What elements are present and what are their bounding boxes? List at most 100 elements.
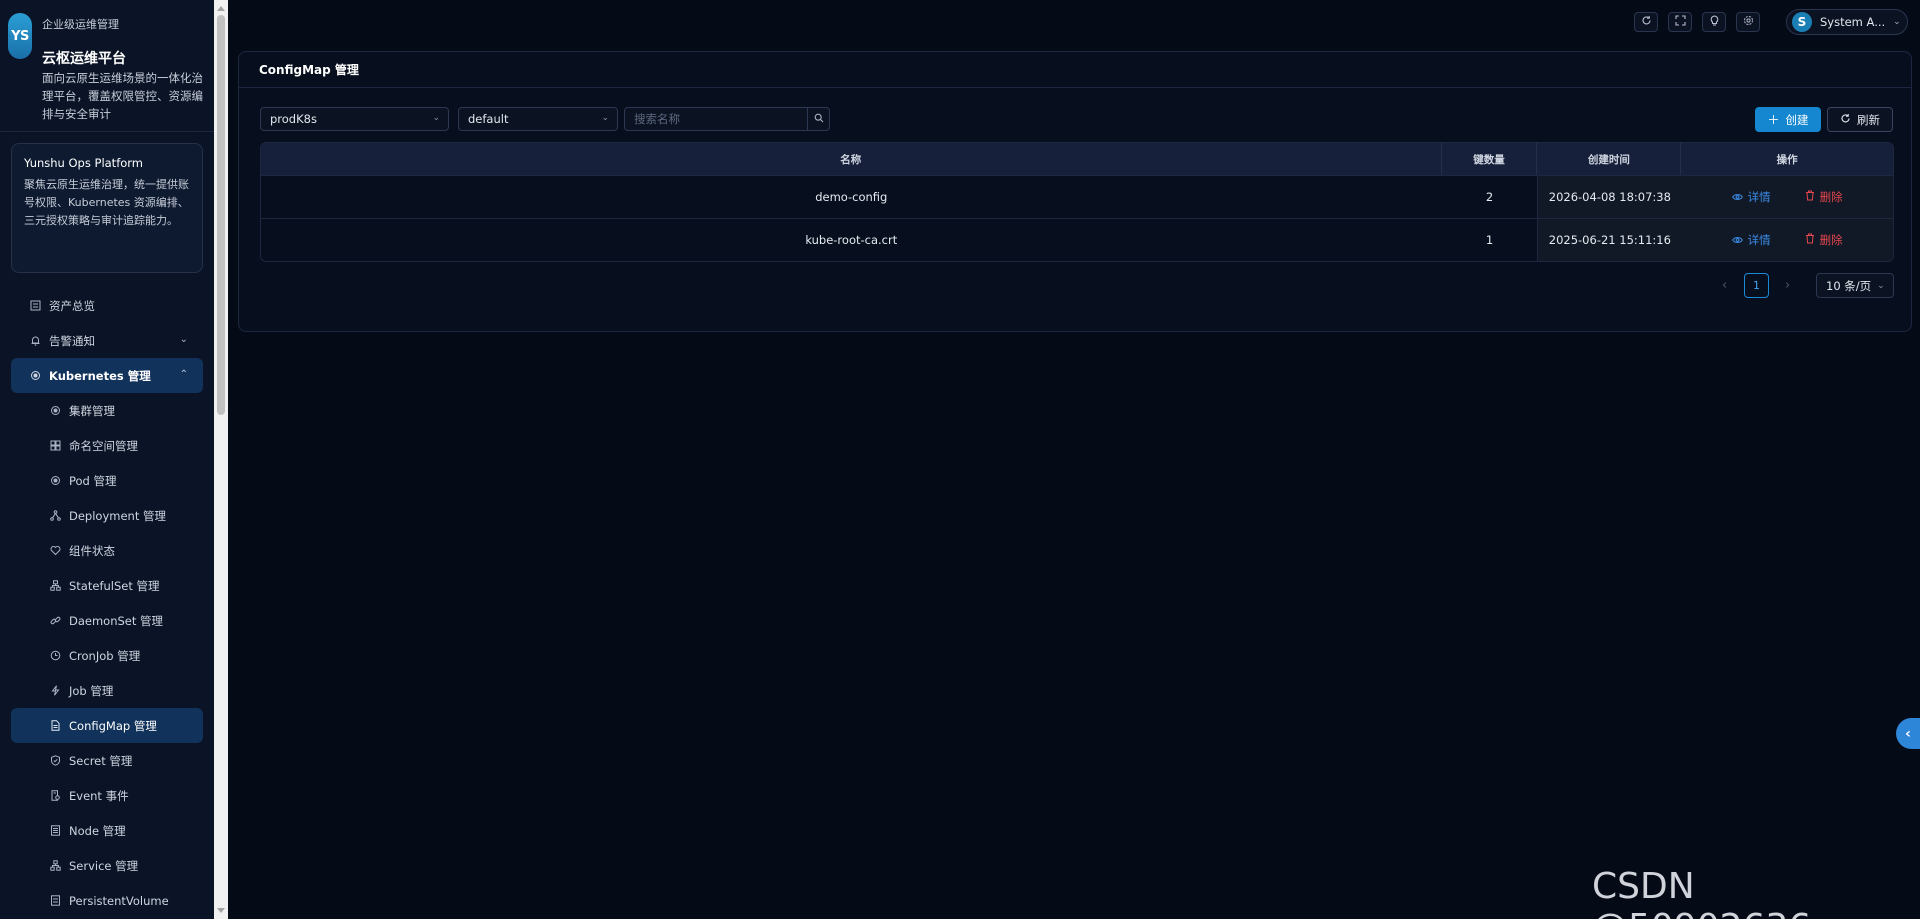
deploy-icon	[49, 510, 61, 522]
sidebar-item-label: PersistentVolume	[69, 893, 169, 908]
hierarchy-icon	[49, 580, 61, 592]
lightning-icon	[49, 685, 61, 697]
sidebar-nav: 资产总览 告警通知 ⌄ Kubernetes 管理 ⌃ 集群管理 命名空间管理 …	[0, 288, 214, 918]
sidebar-item-alerts[interactable]: 告警通知 ⌄	[0, 323, 214, 358]
sidebar-item-label: 命名空间管理	[69, 438, 138, 453]
brand-logo: YS	[8, 13, 32, 59]
create-button-label: 创建	[1785, 112, 1809, 127]
sidebar-item-label: CronJob 管理	[69, 648, 141, 663]
detail-link[interactable]: 详情	[1731, 189, 1771, 205]
bell-icon	[29, 335, 41, 347]
shield-icon	[49, 755, 61, 767]
sidebar-item-label: Kubernetes 管理	[49, 368, 151, 383]
reload-button[interactable]	[1634, 12, 1658, 32]
next-page-button[interactable]: ›	[1785, 278, 1790, 293]
user-menu[interactable]: S System A... ⌄	[1786, 9, 1908, 35]
cluster-select[interactable]: prodK8s ⌄	[260, 107, 449, 131]
intro-text: 聚焦云原生运维治理，统一提供账号权限、Kubernetes 资源编排、三元授权策…	[24, 178, 189, 227]
chevron-left-icon: ‹	[1905, 725, 1911, 742]
search-box	[624, 107, 830, 131]
sidebar-item-component[interactable]: 组件状态	[0, 533, 214, 568]
search-icon	[814, 113, 824, 126]
sidebar-item-label: Pod 管理	[69, 473, 117, 488]
refresh-icon	[1840, 113, 1851, 127]
sidebar-item-service[interactable]: Service 管理	[0, 848, 214, 883]
tips-button[interactable]	[1702, 12, 1726, 32]
sidebar-item-statefulset[interactable]: StatefulSet 管理	[0, 568, 214, 603]
scrollbar-thumb[interactable]	[217, 15, 225, 415]
eye-icon	[1731, 191, 1743, 204]
refresh-icon	[1641, 15, 1652, 29]
sidebar-item-secret[interactable]: Secret 管理	[0, 743, 214, 778]
sidebar-item-namespace[interactable]: 命名空间管理	[0, 428, 214, 463]
refresh-button-label: 刷新	[1857, 112, 1880, 127]
sidebar-item-deployment[interactable]: Deployment 管理	[0, 498, 214, 533]
sidebar-item-daemonset[interactable]: DaemonSet 管理	[0, 603, 214, 638]
page-size-value: 10 条/页	[1826, 278, 1872, 293]
search-button[interactable]	[807, 108, 829, 130]
page-number-current[interactable]: 1	[1744, 273, 1769, 298]
sidebar-item-cronjob[interactable]: CronJob 管理	[0, 638, 214, 673]
drawer-toggle-button[interactable]: ‹	[1896, 718, 1920, 749]
fullscreen-button[interactable]	[1668, 12, 1692, 32]
detail-link-label: 详情	[1747, 233, 1771, 247]
page-size-select[interactable]: 10 条/页 ⌄	[1816, 273, 1894, 298]
user-name: System A...	[1820, 15, 1886, 29]
cell-created: 2026-04-08 18:07:38	[1537, 176, 1682, 218]
delete-link-label: 删除	[1819, 190, 1843, 204]
eye-icon	[1731, 234, 1743, 247]
refresh-button[interactable]: 刷新	[1827, 107, 1893, 132]
plus-icon: ＋	[1767, 113, 1780, 127]
panel-header: ConfigMap 管理	[239, 52, 1911, 88]
table-row: demo-config 2 2026-04-08 18:07:38 详情 删除	[261, 175, 1893, 218]
namespace-select[interactable]: default ⌄	[458, 107, 618, 131]
sidebar-item-cluster[interactable]: 集群管理	[0, 393, 214, 428]
sidebar-item-event[interactable]: Event 事件	[0, 778, 214, 813]
sidebar-item-label: Job 管理	[69, 683, 114, 698]
page-title: ConfigMap 管理	[259, 63, 359, 77]
sidebar-item-kubernetes[interactable]: Kubernetes 管理 ⌃	[11, 358, 203, 393]
scroll-up-icon[interactable]	[217, 6, 225, 11]
detail-link[interactable]: 详情	[1731, 232, 1771, 248]
intro-title: Yunshu Ops Platform	[24, 156, 144, 170]
table-header: 名称 键数量 创建时间 操作	[261, 143, 1893, 175]
chevron-down-icon: ⌄	[601, 113, 609, 123]
chevron-down-icon: ⌄	[432, 113, 440, 123]
sidebar-item-label: ConfigMap 管理	[69, 718, 157, 733]
column-header-keys[interactable]: 键数量	[1442, 143, 1538, 175]
server-icon	[49, 825, 61, 837]
intro-card: Yunshu Ops Platform 聚焦云原生运维治理，统一提供账号权限、K…	[11, 143, 203, 273]
trash-icon	[1805, 190, 1815, 204]
settings-button[interactable]	[1736, 12, 1760, 32]
cluster-select-value: prodK8s	[270, 112, 317, 126]
sidebar-item-label: 资产总览	[49, 298, 95, 313]
sidebar-item-configmap[interactable]: ConfigMap 管理	[11, 708, 203, 743]
sidebar-item-label: Service 管理	[69, 858, 139, 873]
configmap-table: 名称 键数量 创建时间 操作 demo-config 2 2026-04-08 …	[260, 142, 1894, 262]
column-header-name[interactable]: 名称	[261, 143, 1442, 175]
namespace-select-value: default	[468, 112, 509, 126]
scroll-down-icon[interactable]	[217, 908, 225, 913]
sidebar-item-job[interactable]: Job 管理	[0, 673, 214, 708]
column-header-ops: 操作	[1776, 153, 1798, 166]
column-header-created[interactable]: 创建时间	[1537, 143, 1682, 175]
network-icon	[49, 860, 61, 872]
sidebar-item-pv[interactable]: PersistentVolume	[0, 883, 214, 918]
sidebar-scrollbar[interactable]	[214, 0, 228, 919]
sidebar: YS 企业级运维管理 云枢运维平台 面向云原生运维场景的一体化治理平台，覆盖权限…	[0, 0, 214, 919]
delete-link[interactable]: 删除	[1805, 189, 1843, 205]
sidebar-item-assets[interactable]: 资产总览	[0, 288, 214, 323]
prev-page-button[interactable]: ‹	[1722, 278, 1727, 293]
document-search-icon	[49, 790, 61, 802]
create-button[interactable]: ＋ 创建	[1755, 107, 1821, 132]
delete-link[interactable]: 删除	[1805, 232, 1843, 248]
brand-tag: 企业级运维管理	[42, 18, 119, 31]
search-input[interactable]	[625, 108, 807, 130]
sidebar-item-node[interactable]: Node 管理	[0, 813, 214, 848]
radio-dot-icon	[29, 370, 41, 382]
chevron-down-icon: ⌄	[179, 334, 188, 345]
brand-block: YS 企业级运维管理 云枢运维平台 面向云原生运维场景的一体化治理平台，覆盖权限…	[0, 0, 214, 132]
storage-icon	[49, 895, 61, 907]
sidebar-item-pod[interactable]: Pod 管理	[0, 463, 214, 498]
sidebar-item-label: Secret 管理	[69, 753, 133, 768]
